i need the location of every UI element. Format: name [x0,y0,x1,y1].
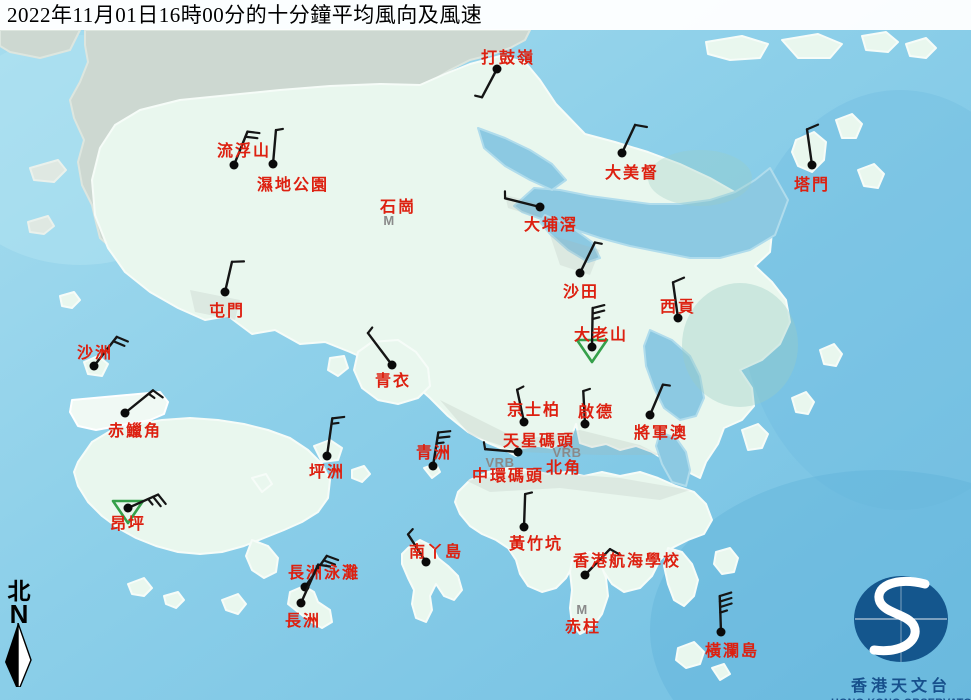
wind-barb-tick [332,417,344,418]
north-arrow-icon [4,623,34,687]
station-dot [581,571,590,580]
terrain-tint [648,150,752,206]
station-label: 坪洲 [309,463,345,481]
station-label: 將軍澳 [634,423,688,442]
logo-title-chinese: 香港天文台 [831,672,971,696]
station-dot [618,149,627,158]
station-label: 大美督 [605,163,659,182]
wind-barb-tick [245,137,257,138]
station-label: 香港航海學校 [572,551,681,570]
wind-barb-staff [524,494,525,527]
station-label: 沙田 [563,283,599,301]
station-label: 屯門 [209,301,245,320]
station-dot [323,452,332,461]
terrain-tint [682,283,798,407]
wind-barb-tick [484,442,485,449]
station-marker: 中環碼頭 [472,466,544,485]
hko-logo: 香港天文台 HONG KONG OBSERVATORY [831,573,971,700]
hko-logo-icon [831,573,971,665]
station-dot [520,523,529,532]
station-dot [221,288,230,297]
title-bar: 2022年11月01日16時00分的十分鐘平均風向及風速 [0,0,971,30]
station-label: 流浮山 [217,141,271,160]
hong-kong-map: 打鼓嶺流浮山濕地公園大美督塔門石崗M大埔滘沙田西貢屯門沙洲大老山青衣京士柏啟德將… [0,0,971,700]
station-label: 長洲 [285,612,321,630]
wind-barb-tick [247,132,259,133]
station-label: 橫瀾島 [705,641,759,660]
station-dot [536,203,545,212]
station-label: 沙洲 [77,344,113,362]
station-dot [646,411,655,420]
wind-barb-tick [595,242,602,243]
station-dot [576,269,585,278]
coastline-shape [714,548,738,574]
station-label: 南丫島 [409,542,463,561]
station-label: 青衣 [375,371,411,390]
wind-barb-tick [475,96,482,98]
station-label: 京士柏 [507,400,561,419]
wind-barb-tick [332,423,339,424]
station-dot [717,628,726,637]
station-dot [388,361,397,370]
station-dot [90,362,99,371]
variable-wind-indicator: VRB [553,445,582,460]
station-dot [429,462,438,471]
station-label: 赤鱲角 [108,421,162,440]
station-label: 青洲 [416,443,452,462]
station-label: 大埔滘 [524,215,578,234]
station-label: 北角 [546,458,582,477]
station-dot [808,161,817,170]
wind-barb-tick [276,129,283,130]
station-dot [269,160,278,169]
wind-map-screenshot: 打鼓嶺流浮山濕地公園大美督塔門石崗M大埔滘沙田西貢屯門沙洲大老山青衣京士柏啟德將… [0,0,971,700]
wind-barb-tick [663,385,670,386]
wind-barb-tick [437,437,449,438]
station-dot [124,504,133,513]
station-label: 大老山 [574,325,628,344]
wind-barb-tick [438,431,450,432]
station-label: 中環碼頭 [472,466,544,485]
station-dot [297,599,306,608]
station-dot [121,409,130,418]
map-title: 2022年11月01日16時00分的十分鐘平均風向及風速 [0,0,971,30]
station-label: 濕地公園 [257,175,329,194]
wind-barb-tick [437,443,444,444]
station-dot [230,161,239,170]
missing-data-indicator: M [576,602,587,617]
station-label: 啟德 [578,402,614,421]
missing-data-indicator: M [383,213,394,228]
station-label: 打鼓嶺 [481,48,535,67]
station-label: 昂坪 [110,515,146,533]
wind-barb-tick [525,492,532,494]
station-label: 塔門 [794,175,830,194]
station-label: 西貢 [660,298,696,316]
station-label: 黃竹坑 [508,534,563,553]
north-arrow: 北 N [2,580,36,692]
station-label: 赤柱 [565,617,601,636]
